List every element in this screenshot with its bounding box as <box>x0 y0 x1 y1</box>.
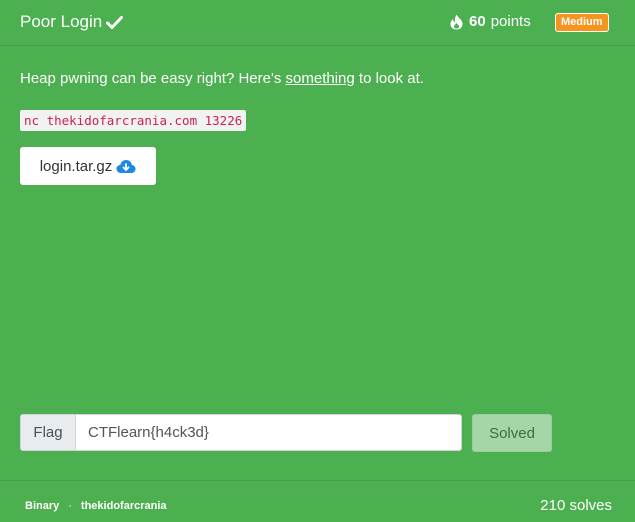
challenge-card: Poor Login 60 points Medium Heap pwning … <box>0 0 635 522</box>
points-value: 60 <box>469 13 486 30</box>
challenge-title: Poor Login <box>20 12 124 32</box>
difficulty-badge: Medium <box>555 13 609 32</box>
footer-meta: Binary · thekidofarcrania <box>25 500 167 512</box>
file-name: login.tar.gz <box>39 157 113 175</box>
cloud-download-icon <box>116 159 136 173</box>
download-file-button[interactable]: login.tar.gz <box>20 147 156 185</box>
challenge-description: Heap pwning can be easy right? Here's so… <box>20 70 424 87</box>
flag-input[interactable] <box>75 414 462 451</box>
solved-button[interactable]: Solved <box>472 414 552 452</box>
flag-input-group: Flag <box>20 414 462 451</box>
category-link[interactable]: Binary <box>25 500 59 512</box>
connection-command: nc thekidofarcrania.com 13226 <box>20 110 247 131</box>
description-text-after: to look at. <box>354 70 424 87</box>
author-link[interactable]: thekidofarcrania <box>81 500 167 512</box>
card-footer: Binary · thekidofarcrania 210 solves <box>0 480 635 522</box>
footer-separator: · <box>68 500 72 512</box>
check-icon <box>106 15 124 29</box>
solves-count: 210 solves <box>540 497 612 514</box>
flag-label: Flag <box>20 414 75 451</box>
points-label: points <box>490 13 531 30</box>
description-text-before: Heap pwning can be easy right? Here's <box>20 70 286 87</box>
card-header: Poor Login 60 points Medium <box>0 0 635 46</box>
description-link[interactable]: something <box>286 70 355 87</box>
points-display: 60 points <box>449 13 531 30</box>
challenge-title-text: Poor Login <box>20 12 103 31</box>
fire-icon <box>450 14 463 29</box>
